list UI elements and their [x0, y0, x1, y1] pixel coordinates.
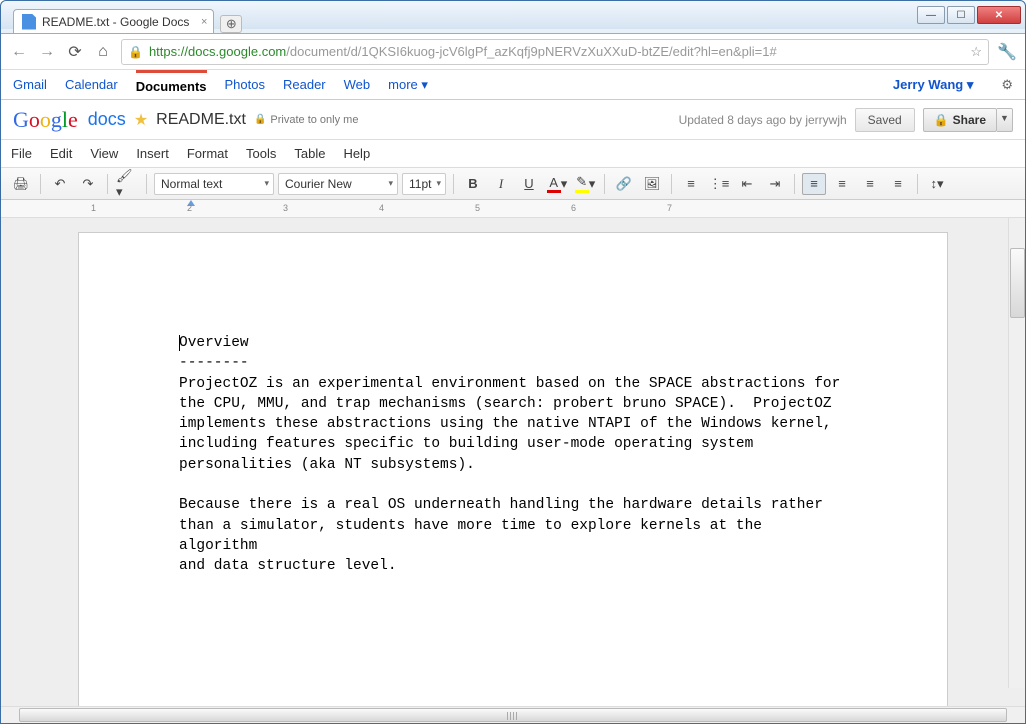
- google-bar: Gmail Calendar Documents Photos Reader W…: [1, 70, 1025, 100]
- menu-table[interactable]: Table: [294, 146, 325, 161]
- tab-title: README.txt - Google Docs: [42, 15, 189, 29]
- bulleted-list-button[interactable]: ⋮≡: [707, 173, 731, 195]
- line-spacing-button[interactable]: ↕▾: [925, 173, 949, 195]
- menu-file[interactable]: File: [11, 146, 32, 161]
- tab-close-button[interactable]: ×: [201, 16, 207, 28]
- redo-button[interactable]: ↷: [76, 173, 100, 195]
- underline-button[interactable]: U: [517, 173, 541, 195]
- wrench-menu-button[interactable]: 🔧: [997, 42, 1017, 62]
- privacy-indicator[interactable]: 🔒Private to only me: [254, 114, 359, 126]
- menu-bar: File Edit View Insert Format Tools Table…: [1, 140, 1025, 168]
- menu-help[interactable]: Help: [343, 146, 370, 161]
- browser-chrome: ← → ⟳ ⌂ 🔒 https://docs.google.com/docume…: [1, 33, 1025, 723]
- decrease-indent-button[interactable]: ⇤: [735, 173, 759, 195]
- document-page[interactable]: Overview -------- ProjectOZ is an experi…: [78, 232, 948, 706]
- updated-text: Updated 8 days ago by jerrywjh: [679, 113, 847, 127]
- hscroll-thumb[interactable]: [19, 708, 1007, 722]
- reload-button[interactable]: ⟳: [65, 42, 85, 62]
- lock-icon: 🔒: [128, 45, 143, 59]
- bold-button[interactable]: B: [461, 173, 485, 195]
- align-justify-button[interactable]: ≡: [886, 173, 910, 195]
- numbered-list-button[interactable]: ≡: [679, 173, 703, 195]
- highlight-color-button[interactable]: ✎▾: [573, 173, 597, 195]
- align-left-button[interactable]: ≡: [802, 173, 826, 195]
- browser-window: README.txt - Google Docs × ⊕ ← → ⟳ ⌂ 🔒 h…: [0, 0, 1026, 724]
- google-logo: Google: [13, 107, 78, 133]
- menu-view[interactable]: View: [90, 146, 118, 161]
- lock-icon: 🔒: [254, 114, 266, 125]
- browser-tab[interactable]: README.txt - Google Docs ×: [13, 9, 214, 33]
- share-button[interactable]: 🔒Share: [923, 108, 997, 132]
- document-title[interactable]: README.txt: [156, 111, 246, 129]
- forward-button[interactable]: →: [37, 42, 57, 62]
- font-family-dropdown[interactable]: Courier New: [278, 173, 398, 195]
- document-content[interactable]: Overview -------- ProjectOZ is an experi…: [179, 333, 847, 577]
- insert-link-button[interactable]: 🔗: [612, 173, 636, 195]
- font-size-dropdown[interactable]: 11pt: [402, 173, 446, 195]
- url-bar[interactable]: 🔒 https://docs.google.com/document/d/1QK…: [121, 39, 989, 65]
- docs-label: docs: [88, 109, 126, 130]
- back-button[interactable]: ←: [9, 42, 29, 62]
- share-dropdown-button[interactable]: ▼: [997, 108, 1013, 132]
- print-button[interactable]: 🖨: [9, 173, 33, 195]
- align-center-button[interactable]: ≡: [830, 173, 854, 195]
- paragraph-style-dropdown[interactable]: Normal text: [154, 173, 274, 195]
- gbar-link-reader[interactable]: Reader: [283, 77, 326, 92]
- italic-button[interactable]: I: [489, 173, 513, 195]
- browser-toolbar: ← → ⟳ ⌂ 🔒 https://docs.google.com/docume…: [1, 34, 1025, 70]
- url-text: https://docs.google.com/document/d/1QKSI…: [149, 44, 964, 59]
- star-icon[interactable]: ★: [134, 110, 148, 130]
- document-header: Google docs ★ README.txt 🔒Private to onl…: [1, 100, 1025, 140]
- align-right-button[interactable]: ≡: [858, 173, 882, 195]
- gbar-link-gmail[interactable]: Gmail: [13, 77, 47, 92]
- document-area: 1 2 3 4 5 6 7 Overview -------- ProjectO…: [1, 200, 1025, 723]
- menu-format[interactable]: Format: [187, 146, 228, 161]
- gbar-link-web[interactable]: Web: [344, 77, 371, 92]
- document-icon: [22, 14, 36, 30]
- undo-button[interactable]: ↶: [48, 173, 72, 195]
- format-toolbar: 🖨 ↶ ↷ 🖌▾ Normal text Courier New 11pt B …: [1, 168, 1025, 200]
- gbar-user[interactable]: Jerry Wang ▾: [893, 77, 973, 93]
- ruler[interactable]: 1 2 3 4 5 6 7: [1, 200, 1025, 218]
- new-tab-button[interactable]: ⊕: [220, 15, 242, 33]
- vscroll-thumb[interactable]: [1010, 248, 1025, 318]
- tab-strip: README.txt - Google Docs × ⊕: [1, 5, 1025, 33]
- gbar-link-calendar[interactable]: Calendar: [65, 77, 118, 92]
- menu-tools[interactable]: Tools: [246, 146, 276, 161]
- menu-insert[interactable]: Insert: [136, 146, 169, 161]
- padlock-icon: 🔒: [934, 113, 949, 127]
- gbar-gear-icon[interactable]: ⚙: [1001, 77, 1013, 93]
- bookmark-star-icon[interactable]: ☆: [970, 44, 982, 60]
- horizontal-scrollbar[interactable]: [1, 706, 1025, 723]
- saved-button[interactable]: Saved: [855, 108, 915, 132]
- text-color-button[interactable]: A▾: [545, 173, 569, 195]
- insert-image-button[interactable]: 🖼: [640, 173, 664, 195]
- document-canvas[interactable]: Overview -------- ProjectOZ is an experi…: [1, 218, 1025, 706]
- gbar-link-documents[interactable]: Documents: [136, 70, 207, 94]
- gbar-link-photos[interactable]: Photos: [225, 77, 265, 92]
- increase-indent-button[interactable]: ⇥: [763, 173, 787, 195]
- menu-edit[interactable]: Edit: [50, 146, 72, 161]
- gbar-link-more[interactable]: more ▾: [388, 77, 428, 93]
- home-button[interactable]: ⌂: [93, 42, 113, 62]
- paint-format-button[interactable]: 🖌▾: [115, 173, 139, 195]
- vertical-scrollbar[interactable]: [1008, 218, 1025, 688]
